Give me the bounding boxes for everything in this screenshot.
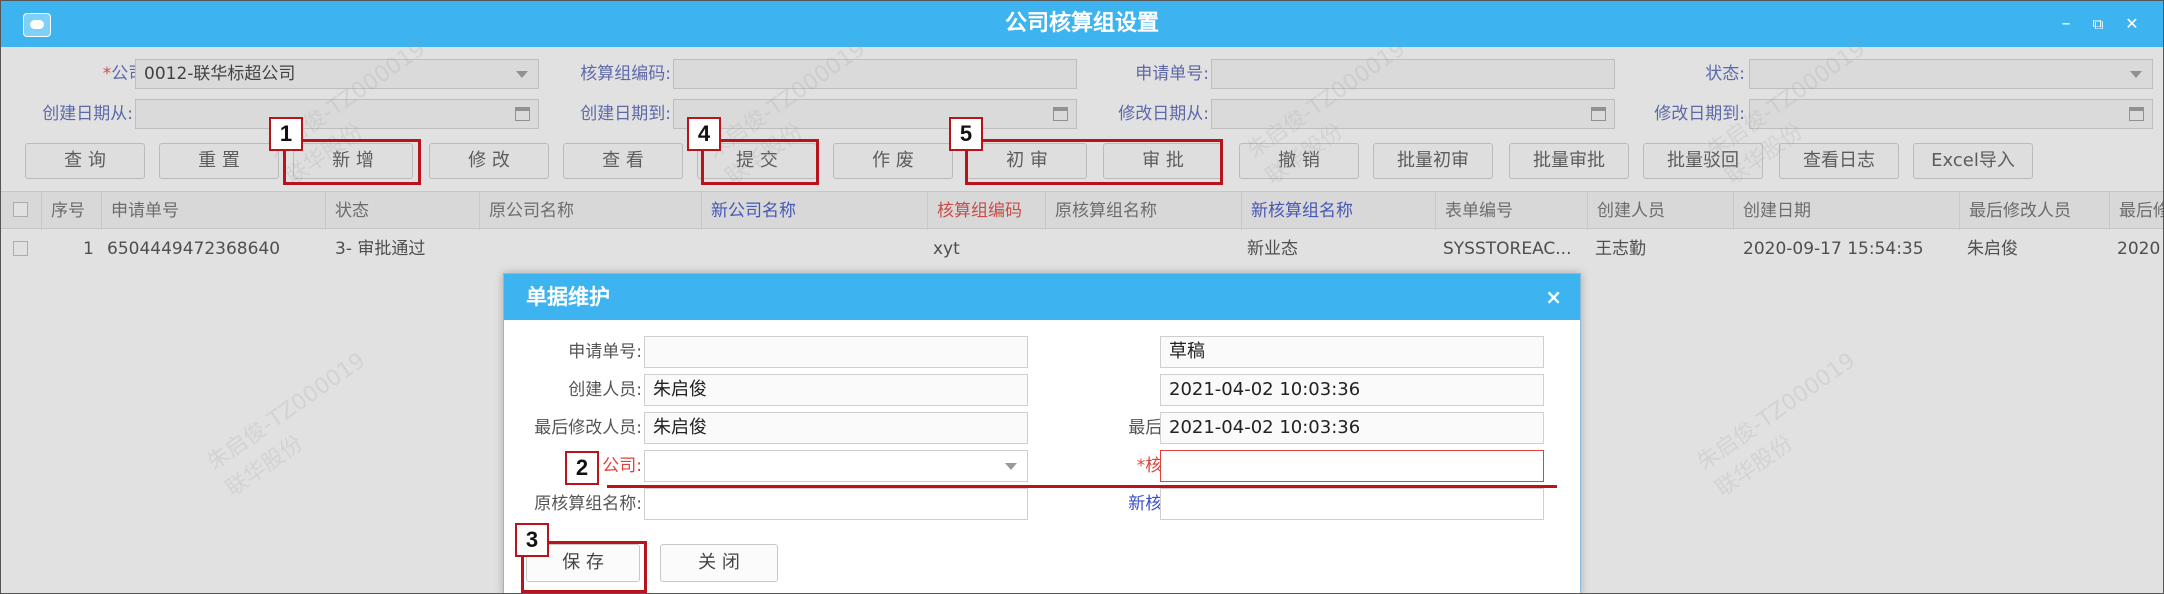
dialog-title: 单据维护 (526, 285, 610, 309)
apply-no-label: 申请单号: (568, 342, 642, 362)
modifier-field: 朱启俊 (644, 412, 1028, 444)
record-maintenance-dialog: 单据维护 × 申请单号: 状态: 草稿 创建人员: 朱启俊 创建日期: 2021… (503, 273, 1581, 593)
modified-date-field: 2021-04-02 10:03:36 (1160, 412, 1544, 444)
old-group-name-label: 原核算组名称: (534, 494, 642, 514)
apply-no-field[interactable] (644, 336, 1028, 368)
minimize-icon[interactable]: – (2053, 11, 2079, 37)
close-icon[interactable]: ✕ (2119, 11, 2145, 37)
creator-label: 创建人员: (568, 380, 642, 400)
annotation-number: 1 (269, 117, 303, 151)
annotation-box-add (283, 139, 421, 185)
dialog-title-bar: 单据维护 × (504, 274, 1580, 320)
new-group-name-field[interactable] (1160, 488, 1544, 520)
created-date-field: 2021-04-02 10:03:36 (1160, 374, 1544, 406)
window-title: 公司核算组设置 (1004, 11, 1159, 36)
annotation-underline (607, 485, 1557, 488)
annotation-number: 3 (515, 523, 549, 557)
annotation-box-review (965, 139, 1223, 185)
close-icon[interactable]: × (1545, 284, 1562, 310)
annotation-number: 4 (687, 117, 721, 151)
chevron-down-icon (1005, 463, 1017, 470)
annotation-number: 2 (565, 451, 599, 485)
title-bar: 公司核算组设置 – ⧉ ✕ (1, 1, 2163, 47)
group-code-field[interactable] (1160, 450, 1544, 482)
close-button[interactable]: 关 闭 (660, 544, 778, 582)
company-select[interactable] (644, 450, 1028, 482)
annotation-number: 5 (949, 117, 983, 151)
old-group-name-field[interactable] (644, 488, 1028, 520)
modifier-label: 最后修改人员: (534, 418, 642, 438)
restore-icon[interactable]: ⧉ (2085, 11, 2111, 37)
app-window: 公司核算组设置 – ⧉ ✕ *公司: 0012-联华标超公司 核算组编码: 申请… (0, 0, 2164, 594)
creator-field: 朱启俊 (644, 374, 1028, 406)
status-field: 草稿 (1160, 336, 1544, 368)
